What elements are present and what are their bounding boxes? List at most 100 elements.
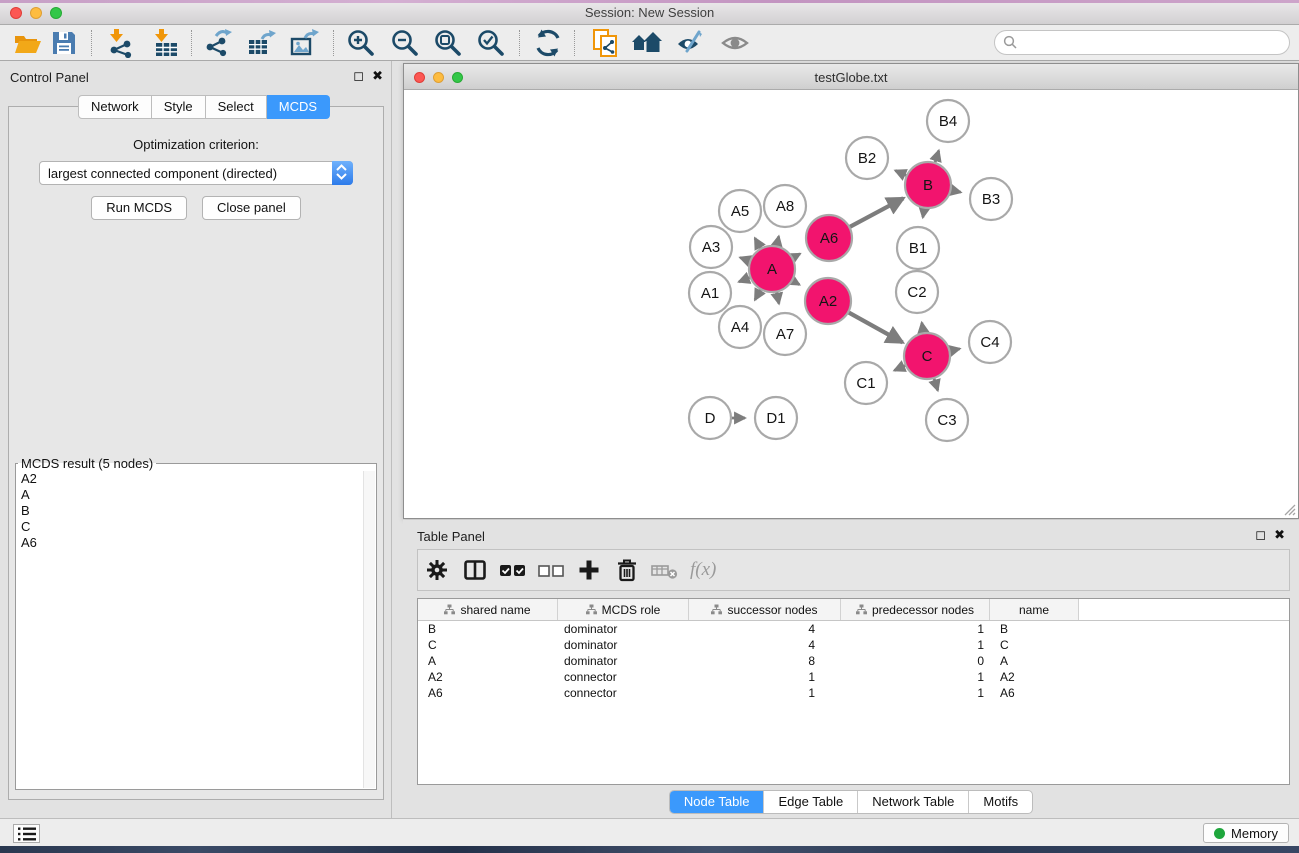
import-table-icon[interactable]: [149, 28, 183, 58]
mcds-result-item[interactable]: A: [17, 487, 363, 503]
close-panel-icon[interactable]: ✖: [372, 68, 383, 84]
table-cell: A: [990, 654, 1079, 668]
node-table[interactable]: shared nameMCDS rolesuccessor nodesprede…: [417, 598, 1290, 785]
node-A7[interactable]: A7: [764, 313, 806, 355]
table-row[interactable]: A2connector11A2: [418, 669, 1289, 685]
svg-text:A3: A3: [702, 239, 720, 256]
export-network-icon[interactable]: [201, 28, 235, 58]
show-columns-icon[interactable]: [456, 558, 494, 582]
svg-text:A5: A5: [731, 203, 749, 220]
node-A3[interactable]: A3: [690, 226, 732, 268]
node-C3[interactable]: C3: [926, 399, 968, 441]
mcds-result-item[interactable]: B: [17, 503, 363, 519]
node-B2[interactable]: B2: [846, 137, 888, 179]
desktop-wallpaper-strip: [0, 846, 1299, 853]
task-history-button[interactable]: [13, 824, 40, 843]
node-B4[interactable]: B4: [927, 100, 969, 142]
hide-graphics-details-icon[interactable]: [673, 28, 707, 58]
column-header-successor-nodes[interactable]: successor nodes: [689, 599, 841, 620]
table-cell: B: [990, 622, 1079, 636]
scrollbar-track[interactable]: [363, 471, 375, 788]
run-mcds-button[interactable]: Run MCDS: [91, 196, 187, 220]
add-column-icon[interactable]: [570, 558, 608, 582]
node-A2[interactable]: A2: [805, 278, 851, 324]
node-A5[interactable]: A5: [719, 190, 761, 232]
tab-node-table[interactable]: Node Table: [670, 791, 764, 813]
tab-edge-table[interactable]: Edge Table: [763, 791, 857, 813]
mcds-result-list[interactable]: A2ABCA6: [17, 471, 363, 788]
zoom-in-icon[interactable]: [344, 28, 378, 58]
node-C4[interactable]: C4: [969, 321, 1011, 363]
node-B3[interactable]: B3: [970, 178, 1012, 220]
mcds-result-item[interactable]: A6: [17, 535, 363, 551]
network-window-titlebar[interactable]: testGlobe.txt: [404, 64, 1298, 90]
node-A[interactable]: A: [749, 246, 795, 292]
zoom-selected-icon[interactable]: [474, 28, 508, 58]
table-cell: B: [418, 622, 558, 636]
import-network-icon[interactable]: [104, 28, 138, 58]
node-C[interactable]: C: [904, 333, 950, 379]
unselect-all-icon[interactable]: [532, 558, 570, 582]
node-C1[interactable]: C1: [845, 362, 887, 404]
node-A6[interactable]: A6: [806, 215, 852, 261]
zoom-fit-icon[interactable]: [431, 28, 465, 58]
save-session-icon[interactable]: [47, 28, 81, 58]
open-file-icon[interactable]: [10, 28, 44, 58]
show-graphics-details-icon[interactable]: [718, 28, 752, 58]
tab-network[interactable]: Network: [78, 95, 152, 119]
svg-text:B2: B2: [858, 150, 876, 167]
table-row[interactable]: Cdominator41C: [418, 637, 1289, 653]
toolbar-separator: [191, 30, 192, 56]
zoom-out-icon[interactable]: [388, 28, 422, 58]
node-B1[interactable]: B1: [897, 227, 939, 269]
select-stepper-icon[interactable]: [332, 161, 353, 185]
toolbar-separator: [519, 30, 520, 56]
node-D[interactable]: D: [689, 397, 731, 439]
close-panel-button[interactable]: Close panel: [202, 196, 301, 220]
node-A4[interactable]: A4: [719, 306, 761, 348]
tab-motifs[interactable]: Motifs: [968, 791, 1032, 813]
app-titlebar: Session: New Session: [0, 0, 1299, 25]
tab-network-table[interactable]: Network Table: [857, 791, 968, 813]
search-input[interactable]: [994, 30, 1290, 55]
node-B[interactable]: B: [905, 162, 951, 208]
column-header-name[interactable]: name: [990, 599, 1079, 620]
network-graph[interactable]: B4 B2 B B3 A8 A5 A6 B1 A3 A A1 C2 A2 A4A7 C4 C C1 D D1 C3: [404, 90, 1298, 518]
column-header-shared-name[interactable]: shared name: [418, 599, 558, 620]
tab-select[interactable]: Select: [206, 95, 267, 119]
table-cell: connector: [558, 686, 689, 700]
table-row[interactable]: Adominator80A: [418, 653, 1289, 669]
column-header-MCDS-role[interactable]: MCDS role: [558, 599, 689, 620]
network-window: testGlobe.txt B4 B2 B B3 A8 A5 A6 B1 A3 A A1 C2 A2 A4…: [403, 63, 1299, 519]
table-cell: 4: [689, 622, 841, 636]
first-neighbors-icon[interactable]: [630, 28, 664, 58]
float-panel-icon[interactable]: ◻: [1255, 527, 1266, 543]
export-image-icon[interactable]: [287, 28, 321, 58]
export-table-icon[interactable]: [244, 28, 278, 58]
memory-button[interactable]: Memory: [1203, 823, 1289, 843]
close-panel-icon[interactable]: ✖: [1274, 527, 1285, 543]
delete-table-icon[interactable]: [646, 558, 684, 582]
svg-text:D: D: [705, 410, 716, 427]
resize-grip[interactable]: [1282, 502, 1296, 516]
tab-style[interactable]: Style: [152, 95, 206, 119]
new-network-from-selection-icon[interactable]: [588, 28, 622, 58]
node-D1[interactable]: D1: [755, 397, 797, 439]
tab-mcds[interactable]: MCDS: [267, 95, 330, 119]
float-panel-icon[interactable]: ◻: [353, 68, 364, 84]
mcds-result-item[interactable]: C: [17, 519, 363, 535]
table-options-gear-icon[interactable]: [418, 558, 456, 582]
table-cell: A6: [418, 686, 558, 700]
refresh-icon[interactable]: [531, 28, 565, 58]
node-C2[interactable]: C2: [896, 271, 938, 313]
function-builder-icon[interactable]: f(x): [690, 559, 716, 581]
mcds-result-item[interactable]: A2: [17, 471, 363, 487]
select-all-icon[interactable]: [494, 558, 532, 582]
table-row[interactable]: Bdominator41B: [418, 621, 1289, 637]
table-row[interactable]: A6connector11A6: [418, 685, 1289, 701]
optimization-criterion-select[interactable]: largest connected component (directed): [39, 161, 353, 185]
delete-column-icon[interactable]: [608, 558, 646, 582]
node-A1[interactable]: A1: [689, 272, 731, 314]
node-A8[interactable]: A8: [764, 185, 806, 227]
column-header-predecessor-nodes[interactable]: predecessor nodes: [841, 599, 990, 620]
